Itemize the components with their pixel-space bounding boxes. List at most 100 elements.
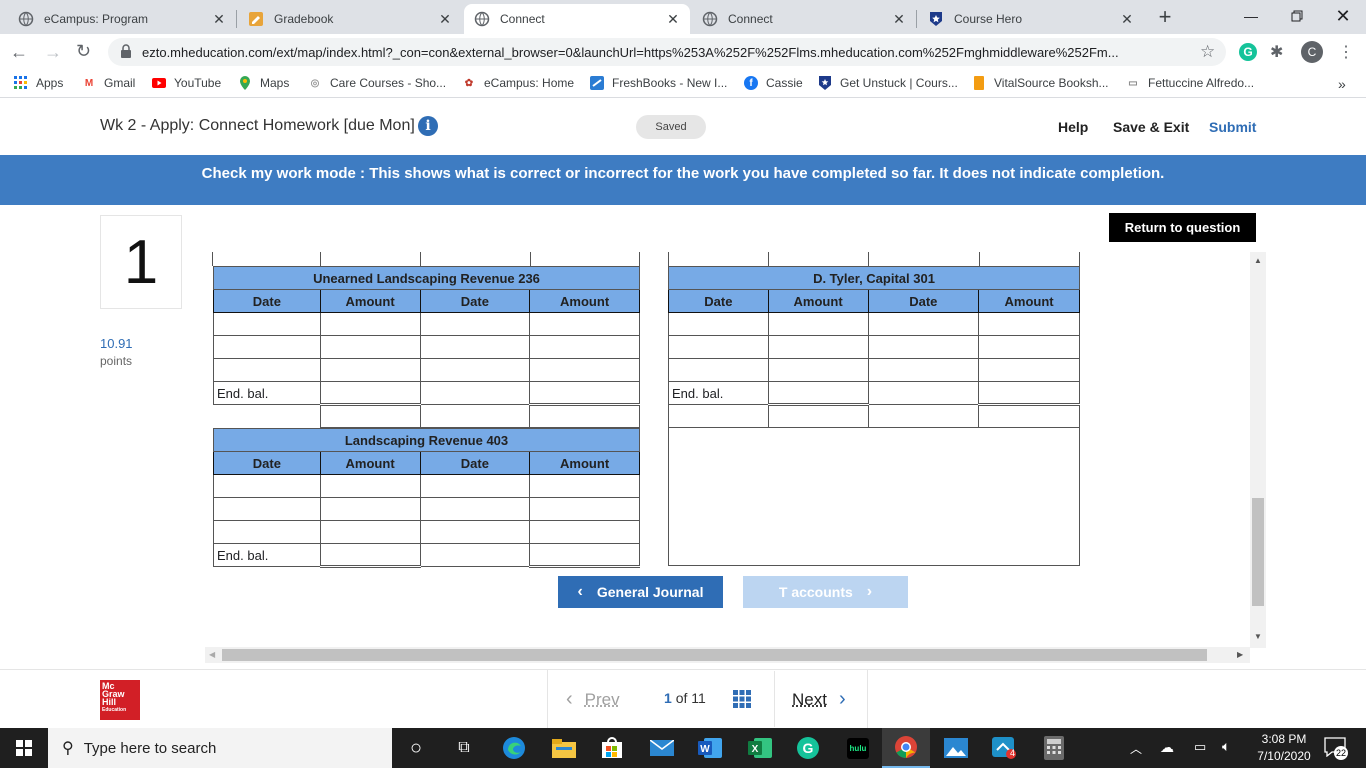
amount-cell[interactable]: [319, 358, 421, 382]
date-cell[interactable]: [867, 404, 980, 428]
amount-cell[interactable]: [319, 520, 421, 544]
date-cell[interactable]: [668, 335, 769, 359]
close-icon[interactable]: ✕: [210, 11, 228, 28]
end-bal-credit[interactable]: [529, 543, 640, 568]
bookmark-ecampus[interactable]: ✿ eCampus: Home: [462, 76, 574, 90]
date-cell[interactable]: [867, 335, 980, 359]
bookmark-fettuccine[interactable]: ▭ Fettuccine Alfredo...: [1126, 76, 1254, 90]
address-bar[interactable]: ezto.mheducation.com/ext/map/index.html?…: [108, 38, 1226, 66]
info-icon[interactable]: i: [418, 116, 438, 136]
store-icon[interactable]: [588, 728, 636, 768]
close-icon[interactable]: ✕: [436, 11, 454, 28]
amount-cell[interactable]: [319, 312, 421, 336]
tab-1[interactable]: Gradebook ✕: [238, 4, 462, 34]
hulu-icon[interactable]: hulu: [834, 728, 882, 768]
close-icon[interactable]: ✕: [664, 11, 682, 28]
date-cell[interactable]: [419, 335, 531, 359]
grammarly-extension-icon[interactable]: G: [1239, 43, 1257, 61]
amount-cell[interactable]: [529, 358, 640, 382]
calculator-icon[interactable]: [1030, 728, 1078, 768]
file-explorer-icon[interactable]: [540, 728, 588, 768]
end-bal-credit[interactable]: [529, 381, 640, 406]
date-cell[interactable]: [213, 520, 321, 544]
star-bookmark-icon[interactable]: ☆: [1200, 42, 1215, 62]
amount-cell[interactable]: [529, 312, 640, 336]
general-journal-button[interactable]: ‹ General Journal: [558, 576, 723, 608]
amount-cell[interactable]: [319, 474, 421, 498]
date-cell[interactable]: [213, 312, 321, 336]
question-grid-icon[interactable]: [733, 690, 751, 713]
amount-cell[interactable]: [978, 404, 1080, 428]
grammarly-icon[interactable]: G: [784, 728, 832, 768]
reload-icon[interactable]: ↻: [76, 41, 91, 62]
amount-cell[interactable]: [319, 497, 421, 521]
remote-app-icon[interactable]: 4: [980, 728, 1028, 768]
chrome-icon[interactable]: [882, 728, 930, 768]
windows-start-icon[interactable]: [0, 728, 48, 768]
amount-cell[interactable]: [529, 497, 640, 521]
help-link[interactable]: Help: [1058, 119, 1088, 135]
bookmark-youtube[interactable]: YouTube: [152, 76, 221, 90]
onedrive-cloud-icon[interactable]: ☁: [1160, 739, 1174, 756]
date-cell[interactable]: [419, 497, 531, 521]
date-cell[interactable]: [668, 312, 769, 336]
end-bal-credit[interactable]: [978, 381, 1080, 406]
amount-cell[interactable]: [767, 358, 869, 382]
kebab-menu-icon[interactable]: ⋮: [1338, 42, 1354, 62]
action-center-icon[interactable]: 22: [1324, 737, 1348, 760]
edge-icon[interactable]: [490, 728, 538, 768]
date-cell[interactable]: [419, 474, 531, 498]
scroll-down-arrow-icon[interactable]: ▼: [1254, 632, 1262, 641]
tab-4[interactable]: Course Hero ✕: [918, 4, 1144, 34]
profile-avatar[interactable]: C: [1301, 41, 1323, 63]
vertical-scrollbar[interactable]: ▲ ▼: [1250, 252, 1266, 648]
amount-cell[interactable]: [529, 520, 640, 544]
end-bal-debit[interactable]: [319, 543, 421, 568]
amount-cell[interactable]: [767, 404, 869, 428]
close-icon[interactable]: ✕: [890, 11, 908, 28]
bookmark-cassie[interactable]: f Cassie: [744, 76, 803, 90]
bookmark-apps[interactable]: Apps: [14, 76, 63, 90]
extensions-puzzle-icon[interactable]: ✱: [1270, 42, 1283, 62]
new-tab-button[interactable]: +: [1152, 5, 1178, 31]
date-cell[interactable]: [419, 381, 531, 405]
date-cell[interactable]: [419, 358, 531, 382]
bookmark-get-unstuck[interactable]: Get Unstuck | Cours...: [818, 76, 958, 90]
amount-cell[interactable]: [978, 335, 1080, 359]
date-cell[interactable]: [419, 520, 531, 544]
next-button[interactable]: Next ›: [792, 688, 846, 711]
amount-cell[interactable]: [529, 404, 640, 428]
submit-link[interactable]: Submit: [1209, 119, 1256, 135]
close-icon[interactable]: ✕: [1118, 11, 1136, 28]
horizontal-scrollbar[interactable]: ◀ ▶: [205, 647, 1250, 663]
amount-cell[interactable]: [319, 404, 421, 428]
back-arrow-icon[interactable]: ←: [10, 42, 28, 63]
tab-2-active[interactable]: Connect ✕: [464, 4, 690, 34]
date-cell[interactable]: [419, 312, 531, 336]
date-cell[interactable]: [213, 358, 321, 382]
more-bookmarks-chevron[interactable]: »: [1338, 76, 1346, 92]
amount-cell[interactable]: [767, 312, 869, 336]
scroll-left-arrow-icon[interactable]: ◀: [209, 650, 215, 659]
date-cell[interactable]: [867, 358, 980, 382]
cortana-icon[interactable]: ○: [392, 728, 440, 768]
horizontal-scroll-thumb[interactable]: [222, 649, 1207, 661]
tray-chevron-up-icon[interactable]: ︿: [1130, 740, 1142, 757]
end-bal-debit[interactable]: [319, 381, 421, 406]
forward-arrow-icon[interactable]: →: [44, 42, 62, 63]
amount-cell[interactable]: [978, 358, 1080, 382]
save-exit-link[interactable]: Save & Exit: [1113, 119, 1189, 135]
return-to-question-button[interactable]: Return to question: [1109, 213, 1256, 242]
amount-cell[interactable]: [767, 335, 869, 359]
end-bal-debit[interactable]: [767, 381, 869, 406]
word-icon[interactable]: W: [686, 728, 734, 768]
photos-icon[interactable]: [932, 728, 980, 768]
task-view-icon[interactable]: ⧉: [440, 728, 488, 768]
amount-cell[interactable]: [529, 335, 640, 359]
bookmark-maps[interactable]: Maps: [238, 76, 289, 90]
amount-cell[interactable]: [319, 335, 421, 359]
bookmark-vitalsource[interactable]: VitalSource Booksh...: [972, 76, 1109, 90]
tab-3[interactable]: Connect ✕: [692, 4, 916, 34]
scroll-right-arrow-icon[interactable]: ▶: [1237, 650, 1243, 659]
date-cell[interactable]: [213, 474, 321, 498]
